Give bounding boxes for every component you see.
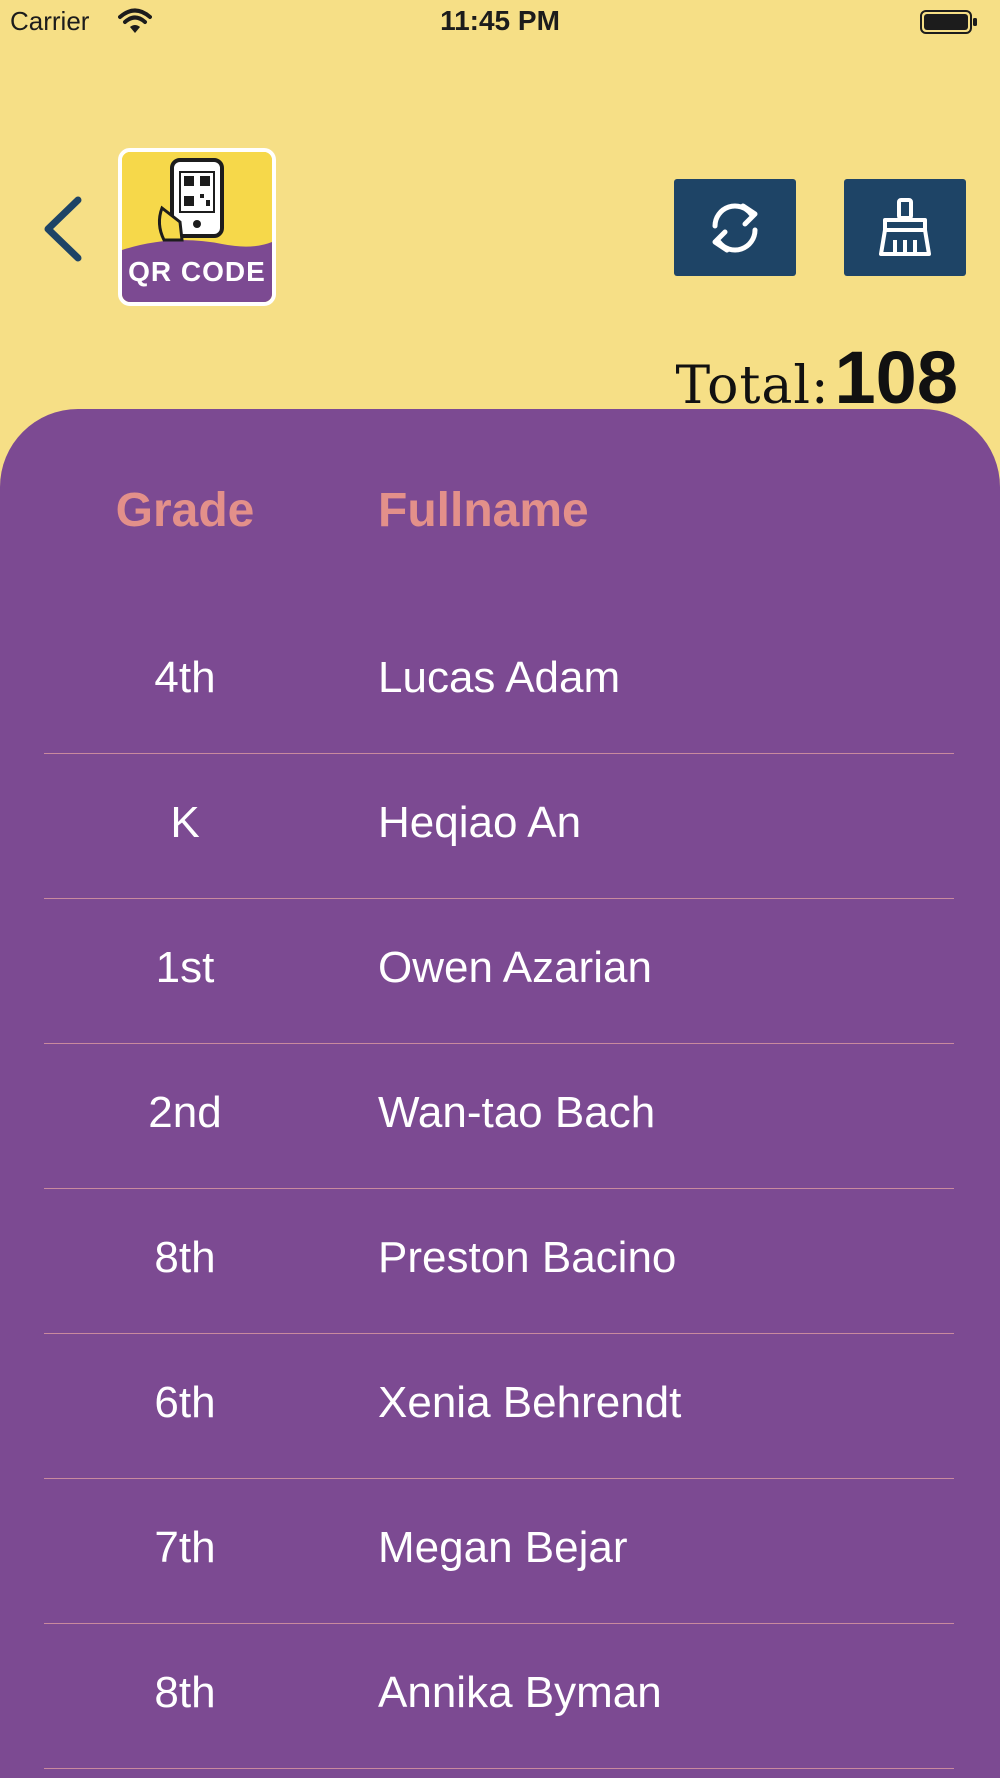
total-value: 108 bbox=[834, 336, 958, 419]
student-list-panel: Grade Fullname 4th Lucas Adam K Heqiao A… bbox=[0, 409, 1000, 1778]
clear-button[interactable] bbox=[844, 179, 966, 276]
list-item[interactable]: 8th Preston Bacino bbox=[0, 1189, 1000, 1334]
broom-icon bbox=[879, 197, 931, 256]
list-item[interactable]: 6th Xenia Behrendt bbox=[0, 1334, 1000, 1479]
grade-cell: K bbox=[170, 798, 200, 847]
name-cell: Annika Byman bbox=[378, 1668, 662, 1717]
app-logo: QR CODE bbox=[118, 148, 276, 306]
total-count: Total : 108 bbox=[676, 335, 958, 420]
grade-cell: 1st bbox=[155, 943, 215, 992]
grade-cell: 8th bbox=[154, 1668, 216, 1717]
name-cell: Xenia Behrendt bbox=[378, 1378, 682, 1427]
logo-text: QR CODE bbox=[128, 256, 266, 287]
refresh-button[interactable] bbox=[674, 179, 796, 276]
column-header-fullname: Fullname bbox=[378, 484, 589, 537]
student-list: 4th Lucas Adam K Heqiao An 1st Owen Azar… bbox=[0, 609, 1000, 1769]
name-cell: Heqiao An bbox=[378, 798, 582, 847]
grade-cell: 8th bbox=[154, 1233, 216, 1282]
back-button[interactable] bbox=[30, 188, 90, 270]
grade-cell: 4th bbox=[154, 653, 216, 702]
list-item[interactable]: 7th Megan Bejar bbox=[0, 1479, 1000, 1624]
name-cell: Wan-tao Bach bbox=[378, 1088, 656, 1137]
total-label: Total bbox=[675, 356, 811, 416]
list-item[interactable]: 8th Annika Byman bbox=[0, 1624, 1000, 1769]
name-cell: Preston Bacino bbox=[378, 1233, 677, 1282]
list-item[interactable]: 2nd Wan-tao Bach bbox=[0, 1044, 1000, 1189]
name-cell: Lucas Adam bbox=[378, 653, 621, 702]
status-time: 11:45 PM bbox=[440, 5, 560, 36]
battery-icon bbox=[920, 10, 977, 34]
list-item[interactable]: K Heqiao An bbox=[0, 754, 1000, 899]
grade-cell: 6th bbox=[154, 1378, 216, 1427]
chevron-left-icon bbox=[44, 196, 82, 262]
grade-cell: 2nd bbox=[148, 1088, 222, 1137]
list-item[interactable]: 1st Owen Azarian bbox=[0, 899, 1000, 1044]
status-bar: Carrier 11:45 PM bbox=[0, 0, 1000, 46]
total-colon: : bbox=[811, 356, 829, 416]
grade-cell: 7th bbox=[154, 1523, 216, 1572]
list-item[interactable]: 4th Lucas Adam bbox=[0, 609, 1000, 754]
name-cell: Owen Azarian bbox=[378, 943, 652, 992]
name-cell: Megan Bejar bbox=[378, 1523, 628, 1572]
column-header-grade: Grade bbox=[115, 484, 255, 537]
list-header: Grade Fullname bbox=[0, 483, 1000, 553]
refresh-icon bbox=[712, 203, 758, 252]
